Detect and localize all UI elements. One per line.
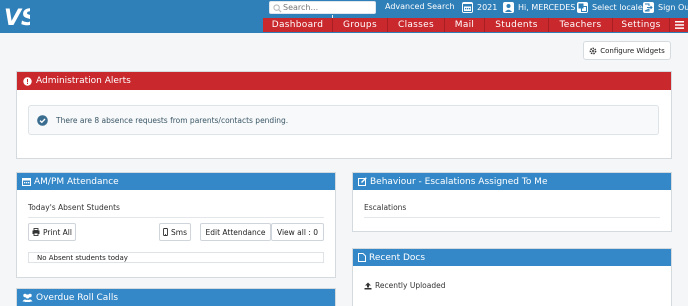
calendar-icon: [22, 178, 31, 186]
sms-label: Sms: [171, 227, 187, 237]
calendar-icon: [462, 1, 473, 13]
gear-icon: [589, 47, 597, 54]
file-icon: [358, 253, 366, 262]
print-all-button[interactable]: Print All: [28, 223, 76, 241]
upload-icon: [364, 282, 372, 289]
divider: [28, 217, 324, 218]
recent-docs-panel: Recent Docs Recently Uploaded: [352, 248, 672, 306]
administration-alerts-header: Administration Alerts: [17, 72, 671, 90]
no-absent-row: No Absent students today: [28, 252, 324, 263]
check-circle-icon: [37, 114, 48, 126]
nav-teachers[interactable]: Teachers: [549, 18, 613, 32]
year-selector[interactable]: 2021: [462, 1, 497, 13]
administration-alerts-title: Administration Alerts: [36, 76, 131, 86]
mobile-icon: [163, 228, 168, 236]
edit-icon: [358, 177, 367, 186]
hamburger-icon: [674, 21, 684, 29]
configure-widgets-button[interactable]: Configure Widgets: [583, 41, 671, 60]
search-input[interactable]: [283, 2, 373, 13]
user-menu[interactable]: Hi, MERCEDES: [503, 1, 575, 13]
nav-classes[interactable]: Classes: [388, 18, 445, 32]
sign-out-label: Sign Out: [658, 2, 688, 12]
edit-attendance-label: Edit Attendance: [205, 227, 266, 237]
advanced-search-link[interactable]: Advanced Search: [385, 2, 455, 11]
view-all-button[interactable]: View all : 0: [271, 223, 324, 241]
configure-widgets-label: Configure Widgets: [600, 46, 665, 55]
nav-menu-button[interactable]: [670, 18, 688, 32]
behaviour-title: Behaviour - Escalations Assigned To Me: [370, 176, 548, 187]
attendance-title: AM/PM Attendance: [34, 176, 119, 187]
top-bar: VS Advanced Search 2021 Hi, MERCEDES Sel…: [0, 0, 688, 33]
nav-settings[interactable]: Settings: [613, 18, 670, 32]
sms-button[interactable]: Sms: [159, 223, 191, 241]
overdue-roll-calls-panel: Overdue Roll Calls: [16, 288, 336, 306]
behaviour-panel: Behaviour - Escalations Assigned To Me E…: [352, 172, 672, 232]
absence-request-alert[interactable]: There are 8 absence requests from parent…: [28, 105, 659, 135]
nav-students[interactable]: Students: [485, 18, 549, 32]
no-absent-message: No Absent students today: [37, 253, 128, 262]
divider: [364, 217, 660, 218]
recent-docs-title: Recent Docs: [369, 252, 426, 263]
recently-uploaded-label-row: Recently Uploaded: [364, 281, 445, 290]
view-all-label: View all : 0: [276, 227, 318, 237]
attendance-header: AM/PM Attendance: [17, 173, 335, 190]
overdue-roll-calls-title: Overdue Roll Calls: [36, 292, 119, 303]
print-icon: [32, 228, 40, 236]
overdue-roll-calls-header: Overdue Roll Calls: [17, 289, 335, 306]
user-greeting: Hi, MERCEDES: [518, 2, 576, 12]
year-label: 2021: [477, 2, 498, 12]
nav-groups[interactable]: Groups: [333, 18, 388, 32]
escalations-label: Escalations: [364, 203, 407, 212]
recent-docs-header: Recent Docs: [353, 249, 671, 266]
select-locale-button[interactable]: Select locale: [577, 1, 643, 13]
nav-mail[interactable]: Mail: [445, 18, 485, 32]
attendance-panel: AM/PM Attendance Today's Absent Students…: [16, 172, 336, 278]
exclamation-circle-icon: [23, 76, 32, 86]
sign-out-icon: [643, 1, 654, 13]
users-icon: [22, 293, 33, 302]
absent-students-label: Today's Absent Students: [28, 203, 120, 212]
sign-out-button[interactable]: Sign Out: [643, 1, 688, 13]
edit-attendance-button[interactable]: Edit Attendance: [200, 223, 271, 241]
nav-dashboard[interactable]: Dashboard: [263, 18, 333, 32]
svg-text:VS: VS: [4, 6, 30, 28]
administration-alerts-panel: Administration Alerts There are 8 absenc…: [16, 71, 672, 159]
vs-logo[interactable]: VS: [4, 6, 30, 28]
recently-uploaded-label: Recently Uploaded: [375, 281, 446, 290]
print-all-label: Print All: [43, 227, 72, 237]
search-icon: [273, 4, 282, 13]
translate-icon: [577, 1, 588, 13]
select-locale-label: Select locale: [592, 2, 643, 12]
main-nav: Dashboard Groups Classes Mail Students T…: [263, 18, 688, 32]
search-box[interactable]: [269, 1, 376, 14]
alert-message: There are 8 absence requests from parent…: [56, 115, 289, 125]
behaviour-header: Behaviour - Escalations Assigned To Me: [353, 173, 671, 190]
user-icon: [503, 1, 514, 13]
